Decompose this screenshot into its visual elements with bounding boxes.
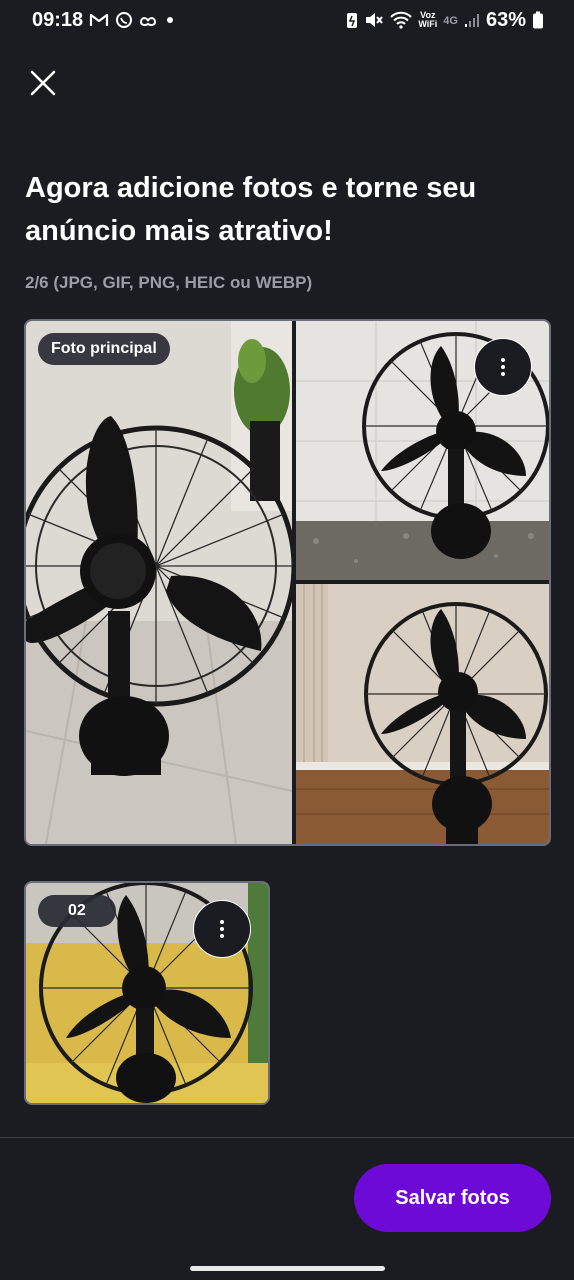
- tile-divider-horizontal: [296, 580, 549, 584]
- gmail-icon: [89, 12, 109, 28]
- mute-icon: [364, 11, 384, 29]
- status-right: Voz WiFi 4G 63%: [346, 9, 544, 32]
- home-indicator[interactable]: [190, 1266, 385, 1271]
- save-photos-button[interactable]: Salvar fotos: [354, 1164, 551, 1232]
- main-photo-menu-button[interactable]: [474, 338, 532, 396]
- photo-2-menu-button[interactable]: [193, 900, 251, 958]
- close-button[interactable]: [24, 64, 62, 102]
- network-type: 4G: [443, 14, 458, 27]
- voz-wifi-indicator: Voz WiFi: [418, 11, 437, 29]
- battery-saver-icon: [346, 11, 358, 29]
- battery-icon: [532, 11, 544, 29]
- main-photo-card[interactable]: Foto principal: [24, 319, 551, 846]
- status-bar: 09:18 Voz WiFi 4G 63%: [0, 0, 574, 40]
- photo-card-2[interactable]: 02: [24, 881, 270, 1105]
- photo-2-badge: 02: [38, 895, 116, 927]
- whatsapp-icon: [115, 11, 133, 29]
- close-icon: [29, 69, 57, 97]
- wifi-label: WiFi: [418, 19, 438, 29]
- more-vertical-icon: [219, 919, 225, 939]
- status-time: 09:18: [32, 8, 84, 31]
- photo-tile-3: [296, 584, 549, 844]
- status-left: 09:18: [32, 9, 177, 32]
- upload-count-hint: 2/6 (JPG, GIF, PNG, HEIC ou WEBP): [25, 273, 313, 292]
- more-vertical-icon: [500, 357, 506, 377]
- page-title: Agora adicione fotos e torne seu anúncio…: [25, 172, 477, 247]
- footer-divider: [0, 1137, 574, 1138]
- wifi-icon: [390, 11, 413, 29]
- signal-icon: [464, 12, 480, 28]
- battery-percent: 63%: [485, 8, 526, 31]
- main-photo-badge: Foto principal: [38, 333, 170, 365]
- dot-icon: [163, 15, 177, 25]
- app-icon: [139, 12, 157, 28]
- main-photo-image: [26, 321, 292, 844]
